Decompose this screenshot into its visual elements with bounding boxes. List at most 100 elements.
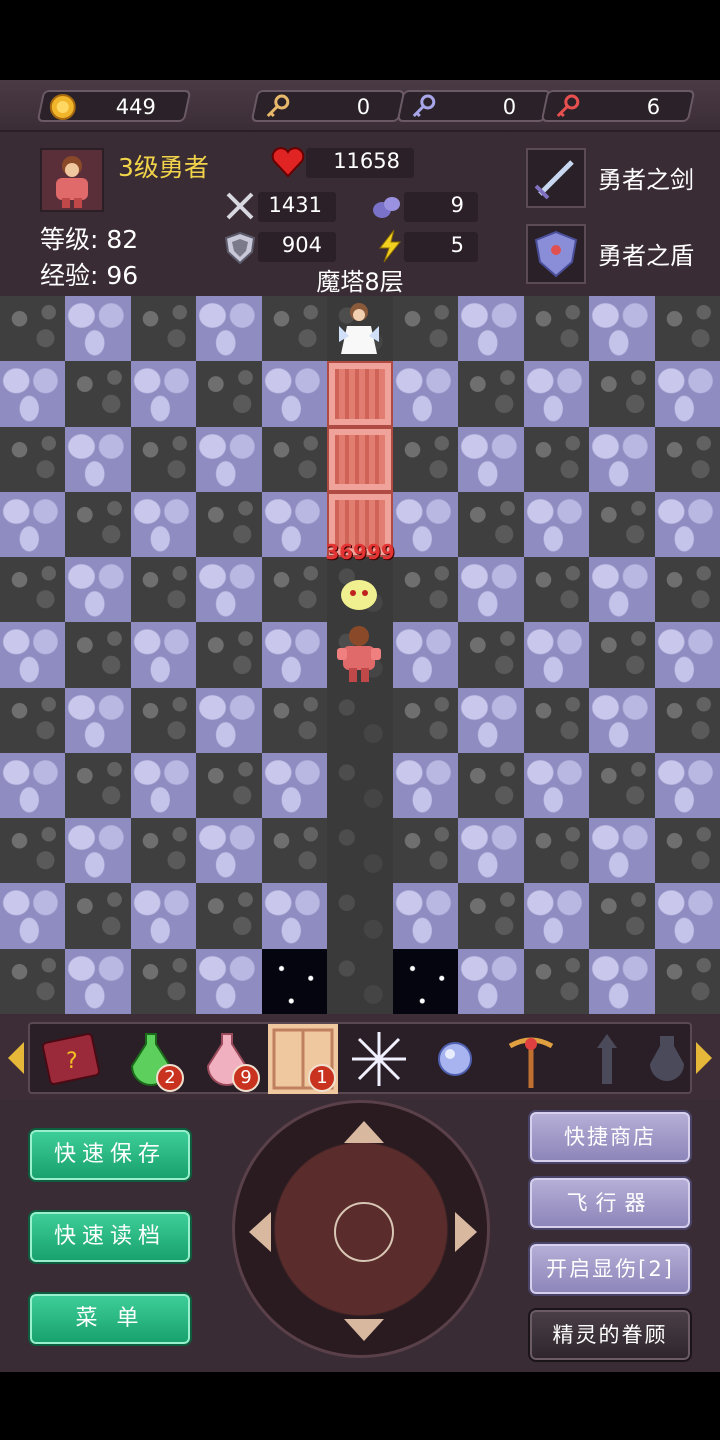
- up-arrow-icon[interactable]: [344, 1121, 384, 1143]
- stone-tile: [65, 687, 131, 753]
- stone-tile: [327, 883, 393, 949]
- heart-icon: [271, 147, 305, 178]
- red-door-tile: [327, 361, 393, 427]
- wall-tile: [458, 752, 524, 819]
- wall-tile: [65, 491, 131, 558]
- wall-tile: [196, 491, 262, 558]
- stone-tile: [65, 296, 131, 362]
- stone-tile: [392, 883, 459, 949]
- weapon-name: 勇者之剑: [598, 166, 694, 194]
- item-scroll-left-icon[interactable]: [8, 1042, 24, 1074]
- item-bar: ? 2 9 1: [0, 1014, 720, 1100]
- stone-tile: [392, 491, 459, 558]
- dpad-center[interactable]: [334, 1202, 394, 1262]
- item-scroll-right-icon[interactable]: [696, 1042, 712, 1074]
- wall-tile: [654, 296, 720, 362]
- item-snowflake[interactable]: [344, 1024, 414, 1094]
- weapon-slot[interactable]: [526, 148, 586, 208]
- stone-tile: [589, 426, 655, 492]
- wall-tile: [196, 361, 262, 427]
- red-key-counter: 6: [540, 90, 696, 122]
- red-key-value: 6: [646, 95, 660, 119]
- stone-tile: [392, 361, 459, 427]
- right-arrow-icon[interactable]: [455, 1212, 477, 1252]
- item-cross-staff[interactable]: [496, 1024, 566, 1094]
- wall-tile: [523, 948, 590, 1014]
- item-dark-vase[interactable]: [630, 1024, 688, 1094]
- wall-tile: [589, 752, 655, 819]
- stairs-tile: [261, 948, 328, 1014]
- stone-tile: [589, 687, 655, 753]
- wall-tile: [130, 818, 197, 884]
- stone-tile: [130, 361, 197, 427]
- level-row: 等级: 82: [40, 220, 138, 256]
- sword-icon: [534, 160, 574, 200]
- stone-tile: [0, 491, 66, 558]
- wall-tile: [130, 296, 197, 362]
- item-orb[interactable]: [420, 1024, 490, 1094]
- yellow-key-icon: [266, 94, 290, 118]
- directional-pad[interactable]: [232, 1100, 490, 1358]
- stone-tile: [130, 883, 197, 949]
- wall-tile: [392, 818, 459, 884]
- show-damage-button[interactable]: 开启显伤[2]: [528, 1242, 692, 1296]
- wall-tile: [0, 818, 66, 884]
- wall-tile: [654, 557, 720, 623]
- bottom-black-bar: [0, 1372, 720, 1440]
- control-panel: 快速保存 快速读档 菜 单 快捷商店 飞行器 开启显伤[2] 精灵的眷顾: [0, 1100, 720, 1372]
- stone-tile: [458, 687, 524, 753]
- wall-tile: [458, 361, 524, 427]
- stone-tile: [589, 557, 655, 623]
- wall-tile: [130, 426, 197, 492]
- item-green-potion[interactable]: 2: [116, 1024, 186, 1094]
- item-pink-potion[interactable]: 9: [192, 1024, 262, 1094]
- blue-key-counter: 0: [396, 90, 552, 122]
- stone-tile: [654, 622, 720, 688]
- speed-stat: 5: [404, 232, 478, 262]
- wall-tile: [654, 948, 720, 1014]
- stone-tile: [0, 883, 66, 949]
- quick-load-button[interactable]: 快速读档: [28, 1210, 192, 1264]
- stone-tile: [654, 883, 720, 949]
- down-arrow-icon[interactable]: [344, 1319, 384, 1341]
- wall-tile: [0, 426, 66, 492]
- stone-tile: [523, 752, 590, 819]
- lightning-icon: [378, 229, 402, 263]
- resource-bar: 449 0 0 6: [0, 80, 720, 132]
- wall-tile: [392, 296, 459, 362]
- fairy-npc: [327, 296, 392, 361]
- fairy-blessing-button[interactable]: 精灵的眷顾: [528, 1308, 692, 1362]
- stone-tile: [458, 948, 524, 1014]
- gold-coin-icon: [49, 94, 76, 120]
- attack-value: 1431: [268, 193, 322, 217]
- wall-tile: [392, 687, 459, 753]
- wall-tile: [65, 622, 131, 688]
- item-door-scroll[interactable]: 1: [268, 1024, 338, 1094]
- stone-tile: [261, 883, 328, 949]
- orb-icon: [438, 1042, 472, 1076]
- game-board[interactable]: [0, 296, 720, 1014]
- wall-tile: [196, 752, 262, 819]
- quick-save-button[interactable]: 快速保存: [28, 1128, 192, 1182]
- green-potion-count: 2: [156, 1064, 184, 1092]
- stone-tile: [327, 752, 393, 819]
- wall-tile: [523, 818, 590, 884]
- quick-shop-button[interactable]: 快捷商店: [528, 1110, 692, 1164]
- floor-label: 魔塔8层: [316, 268, 404, 296]
- stone-tile: [327, 948, 393, 1014]
- blue-key-value: 0: [502, 95, 516, 119]
- left-arrow-icon[interactable]: [249, 1212, 271, 1252]
- blue-key-icon: [412, 94, 436, 118]
- wall-tile: [589, 491, 655, 558]
- wall-tile: [130, 557, 197, 623]
- crossed-swords-icon: [226, 192, 254, 220]
- mdef-value: 9: [450, 193, 464, 217]
- stone-tile: [261, 752, 328, 819]
- stone-tile: [65, 426, 131, 492]
- fly-button[interactable]: 飞行器: [528, 1176, 692, 1230]
- stone-tile: [589, 818, 655, 884]
- hp-stat: 11658: [306, 148, 414, 178]
- menu-button[interactable]: 菜 单: [28, 1292, 192, 1346]
- wall-tile: [0, 296, 66, 362]
- item-monster-book[interactable]: ?: [36, 1024, 106, 1094]
